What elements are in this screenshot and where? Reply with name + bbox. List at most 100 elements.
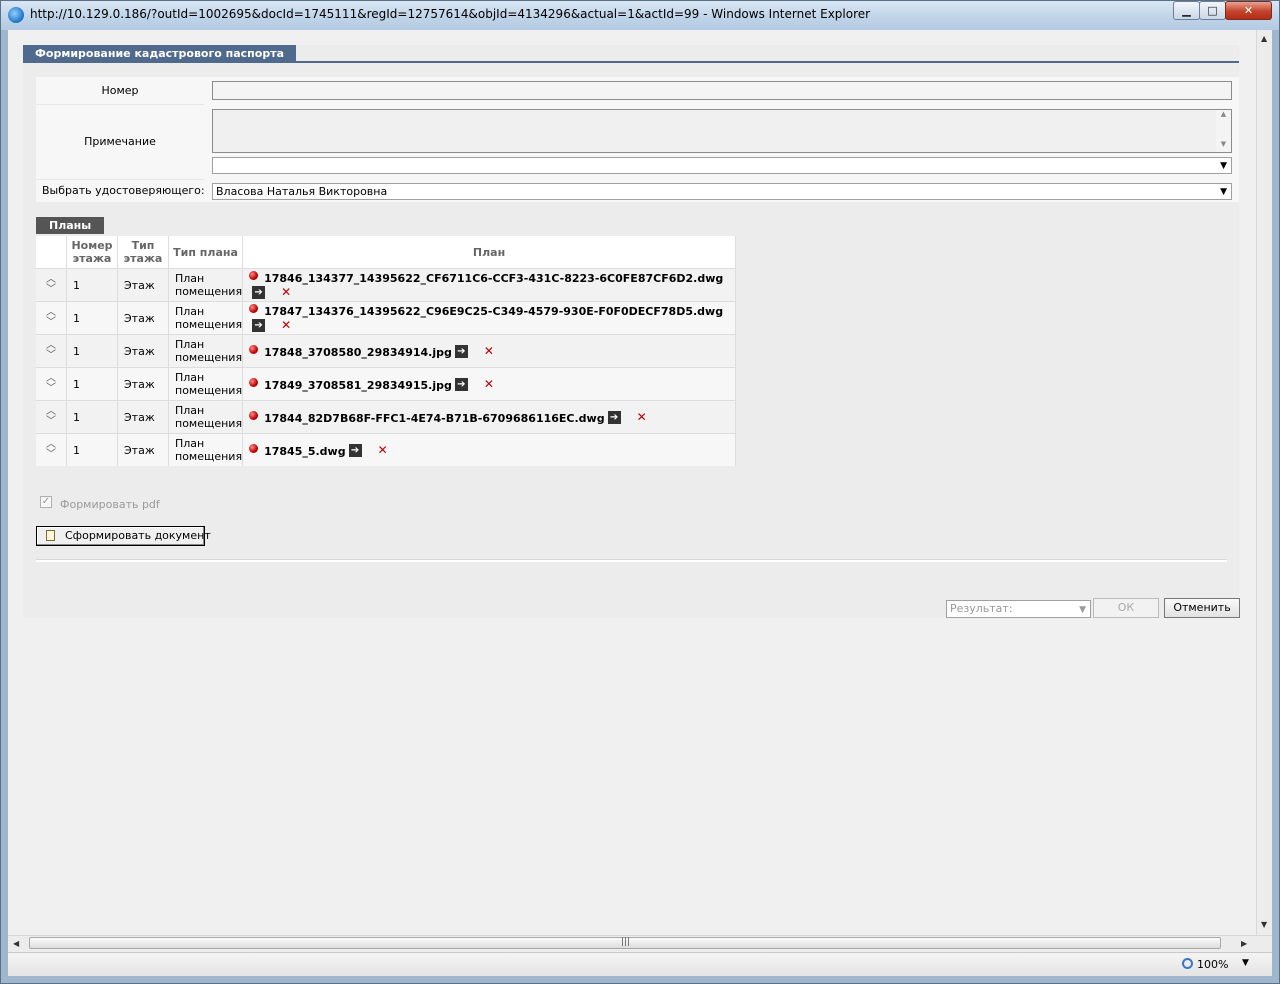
floor-number-cell: 1 bbox=[66, 301, 118, 335]
dropdown-arrow-icon[interactable]: ▼ bbox=[1079, 603, 1086, 617]
delete-icon[interactable]: ✕ bbox=[378, 443, 388, 457]
plan-file-cell: 17846_134377_14395622_CF6711C6-CCF3-431C… bbox=[242, 268, 736, 302]
floor-type-cell: Этаж bbox=[117, 400, 169, 434]
plan-type-header: Тип плана bbox=[168, 236, 244, 269]
status-dot-icon bbox=[249, 344, 259, 354]
floor-type-cell: Этаж bbox=[117, 268, 169, 302]
certifier-value: Власова Наталья Викторовна bbox=[216, 185, 388, 198]
move-down-icon[interactable]: ﹀ bbox=[36, 450, 66, 460]
move-down-icon[interactable]: ﹀ bbox=[36, 417, 66, 427]
scroll-down-icon[interactable]: ▼ bbox=[1216, 140, 1231, 148]
floor-number-cell: 1 bbox=[66, 367, 118, 401]
reorder-cell: ︿ ﹀ bbox=[36, 268, 67, 302]
status-dot-icon bbox=[249, 377, 259, 387]
open-arrow-icon[interactable]: ➔ bbox=[454, 344, 468, 358]
zoom-level[interactable]: 100% bbox=[1197, 958, 1228, 971]
plan-row: ︿ ﹀ 1 Этаж План помещения 17848_3708580_29834… bbox=[36, 334, 736, 368]
plan-header: План bbox=[242, 236, 736, 269]
maximize-button[interactable]: □ bbox=[1199, 1, 1226, 20]
zoom-dropdown-icon[interactable]: ▼ bbox=[1242, 958, 1249, 968]
note-label: Примечание bbox=[36, 105, 204, 180]
scroll-right-icon[interactable]: ▶ bbox=[1241, 939, 1247, 948]
certifier-select[interactable]: Власова Наталья Викторовна ▼ bbox=[212, 183, 1232, 200]
plan-row: ︿ ﹀ 1 Этаж План помещения 17849_3708581_29834… bbox=[36, 367, 736, 401]
plan-file-link[interactable]: 17846_134377_14395622_CF6711C6-CCF3-431C… bbox=[264, 272, 723, 285]
result-select[interactable]: Результат: ▼ bbox=[946, 600, 1091, 618]
plan-file-link[interactable]: 17845_5.dwg bbox=[264, 445, 346, 458]
window-title: http://10.129.0.186/?outId=1002695&docId… bbox=[30, 7, 871, 21]
floor-number-cell: 1 bbox=[66, 433, 118, 466]
plan-type-cell: План помещения bbox=[168, 334, 244, 368]
open-arrow-icon[interactable]: ➔ bbox=[348, 443, 362, 457]
floor-number-cell: 1 bbox=[66, 334, 118, 368]
number-label: Номер bbox=[36, 77, 204, 105]
reorder-cell: ︿ ﹀ bbox=[36, 334, 67, 368]
floor-number-cell: 1 bbox=[66, 268, 118, 302]
vertical-scrollbar[interactable]: ▲ ▼ bbox=[1256, 30, 1272, 935]
plan-type-cell: План помещения bbox=[168, 400, 244, 434]
delete-icon[interactable]: ✕ bbox=[484, 344, 494, 358]
move-down-icon[interactable]: ﹀ bbox=[36, 351, 66, 361]
note-textarea[interactable] bbox=[212, 109, 1232, 153]
plan-type-cell: План помещения bbox=[168, 268, 244, 302]
ie-logo-icon bbox=[8, 7, 24, 23]
delete-icon[interactable]: ✕ bbox=[281, 285, 291, 299]
note-scrollbar[interactable]: ▲ ▼ bbox=[1216, 110, 1231, 152]
close-window-button[interactable]: ✕ bbox=[1225, 1, 1272, 20]
section-divider bbox=[36, 559, 1227, 562]
panel-title: Формирование кадастрового паспорта bbox=[23, 45, 296, 62]
floor-type-cell: Этаж bbox=[117, 301, 169, 335]
delete-icon[interactable]: ✕ bbox=[637, 410, 647, 424]
document-icon bbox=[46, 530, 55, 541]
zoom-icon[interactable] bbox=[1182, 958, 1193, 969]
plans-header-row: Номер этажа Тип этажа Тип плана План bbox=[36, 236, 736, 269]
number-input[interactable] bbox=[212, 81, 1232, 100]
open-arrow-icon[interactable]: ➔ bbox=[252, 285, 266, 299]
plan-file-link[interactable]: 17848_3708580_29834914.jpg bbox=[264, 346, 452, 359]
move-down-icon[interactable]: ﹀ bbox=[36, 285, 66, 295]
move-down-icon[interactable]: ﹀ bbox=[36, 318, 66, 328]
scroll-up-icon[interactable]: ▲ bbox=[1216, 110, 1231, 118]
result-placeholder: Результат: bbox=[950, 602, 1013, 615]
plan-file-cell: 17847_134376_14395622_C96E9C25-C349-4579… bbox=[242, 301, 736, 335]
plan-file-cell: 17845_5.dwg ➔ ✕ bbox=[242, 433, 736, 466]
ok-button[interactable]: ОК bbox=[1093, 598, 1159, 618]
sort-column-header bbox=[36, 236, 67, 269]
scroll-up-icon[interactable]: ▲ bbox=[1261, 34, 1267, 43]
plan-file-link[interactable]: 17847_134376_14395622_C96E9C25-C349-4579… bbox=[264, 305, 723, 318]
grip-icon: ||| bbox=[621, 937, 631, 947]
plan-row: ︿ ﹀ 1 Этаж План помещения 17847_134376_143956… bbox=[36, 301, 736, 335]
floor-type-cell: Этаж bbox=[117, 367, 169, 401]
generate-pdf-checkbox[interactable]: ✓ bbox=[40, 496, 52, 508]
floor-type-header: Тип этажа bbox=[117, 236, 169, 269]
reorder-cell: ︿ ﹀ bbox=[36, 433, 67, 466]
open-arrow-icon[interactable]: ➔ bbox=[454, 377, 468, 391]
delete-icon[interactable]: ✕ bbox=[281, 318, 291, 332]
dropdown-arrow-icon[interactable]: ▼ bbox=[1220, 159, 1227, 173]
plan-file-cell: 17844_82D7B68F-FFC1-4E74-B71B-6709686116… bbox=[242, 400, 736, 434]
plan-file-cell: 17848_3708580_29834914.jpg ➔ ✕ bbox=[242, 334, 736, 368]
open-arrow-icon[interactable]: ➔ bbox=[252, 318, 266, 332]
delete-icon[interactable]: ✕ bbox=[484, 377, 494, 391]
dropdown-arrow-icon[interactable]: ▼ bbox=[1220, 185, 1227, 199]
move-down-icon[interactable]: ﹀ bbox=[36, 384, 66, 394]
certifier-label: Выбрать удостоверяющего: bbox=[36, 180, 205, 202]
scroll-down-icon[interactable]: ▼ bbox=[1261, 920, 1267, 929]
minimize-button[interactable]: ▁ bbox=[1173, 1, 1200, 20]
scroll-left-icon[interactable]: ◀ bbox=[13, 939, 19, 948]
plans-tab[interactable]: Планы bbox=[36, 217, 105, 234]
plan-file-link[interactable]: 17849_3708581_29834915.jpg bbox=[264, 379, 452, 392]
status-bar bbox=[8, 952, 1272, 976]
floor-type-cell: Этаж bbox=[117, 334, 169, 368]
cancel-button[interactable]: Отменить bbox=[1164, 598, 1240, 618]
generate-pdf-label: Формировать pdf bbox=[60, 498, 160, 511]
generate-document-button[interactable]: Сформировать документ bbox=[36, 526, 211, 546]
reorder-cell: ︿ ﹀ bbox=[36, 301, 67, 335]
plan-type-cell: План помещения bbox=[168, 367, 244, 401]
open-arrow-icon[interactable]: ➔ bbox=[607, 410, 621, 424]
status-dot-icon bbox=[249, 270, 259, 280]
status-dot-icon bbox=[249, 303, 259, 313]
plan-row: ︿ ﹀ 1 Этаж План помещения 17846_134377_143956… bbox=[36, 268, 736, 302]
plan-file-link[interactable]: 17844_82D7B68F-FFC1-4E74-B71B-6709686116… bbox=[264, 412, 605, 425]
note-template-select[interactable]: ▼ bbox=[212, 157, 1232, 174]
